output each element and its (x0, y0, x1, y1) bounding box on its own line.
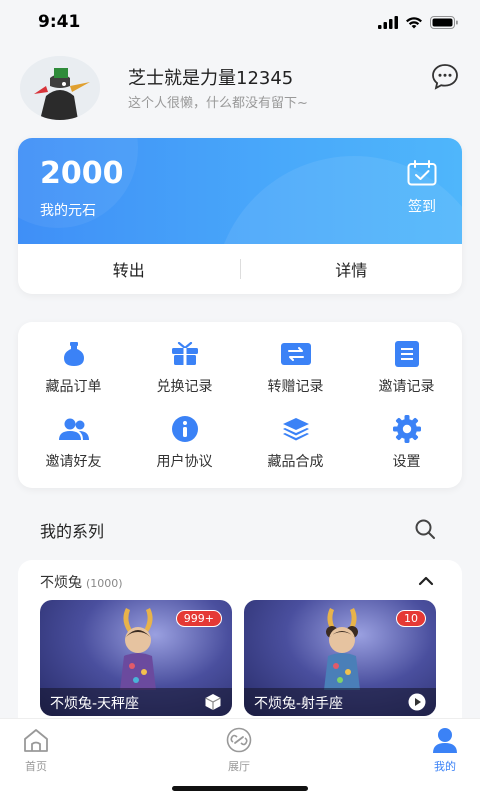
service-invite-friends[interactable]: 邀请好友 (18, 405, 129, 480)
item-caption-bar: 不烦兔-射手座 (244, 688, 436, 716)
service-invite-records[interactable]: 邀请记录 (351, 330, 462, 405)
service-label: 转赠记录 (267, 378, 324, 395)
rabbit-figure (120, 608, 156, 690)
services-grid: 藏品订单 兑换记录 转赠记录 邀请记录 邀请好友 用户协议 藏品合成 设置 (18, 322, 462, 488)
tab-home[interactable]: 首页 (0, 727, 76, 774)
play-icon (408, 693, 426, 711)
quantity-badge: 10 (396, 610, 426, 627)
tab-label: 我的 (434, 760, 456, 773)
service-label: 藏品订单 (45, 378, 102, 395)
rabbit-figure (324, 608, 360, 690)
collection-item[interactable]: 10 不烦兔-射手座 (244, 600, 436, 716)
service-label: 邀请记录 (378, 378, 435, 395)
wifi-icon (406, 16, 422, 28)
gear-icon (392, 414, 422, 443)
home-indicator (172, 786, 308, 791)
layers-icon (281, 415, 311, 443)
series-count: (1000) (86, 577, 123, 590)
document-icon (392, 340, 422, 368)
transfer-icon (280, 340, 311, 368)
home-icon (24, 729, 48, 752)
collection-item[interactable]: 999+ 不烦兔-天秤座 (40, 600, 232, 716)
service-label: 兑换记录 (156, 378, 213, 395)
tab-label: 展厅 (228, 760, 250, 773)
signal-icon (378, 15, 398, 29)
service-label: 设置 (392, 453, 421, 470)
balance-label: 我的元石 (40, 203, 96, 219)
series-name: 不烦兔 (1000) (40, 572, 123, 592)
status-time: 9:41 (38, 12, 81, 32)
service-user-agreement[interactable]: 用户协议 (129, 405, 240, 480)
service-redeem-records[interactable]: 兑换记录 (129, 330, 240, 405)
status-bar: 9:41 (0, 0, 480, 44)
service-collection-orders[interactable]: 藏品订单 (18, 330, 129, 405)
service-gift-records[interactable]: 转赠记录 (240, 330, 351, 405)
vase-icon (59, 340, 89, 368)
status-icons (378, 15, 458, 29)
service-label: 用户协议 (156, 453, 213, 470)
balance-value: 2000 (40, 156, 124, 191)
item-name: 不烦兔-射手座 (254, 696, 344, 712)
user-icon (433, 728, 457, 753)
user-bio: 这个人很懒，什么都没有留下~ (128, 96, 308, 111)
link-icon (226, 727, 252, 753)
tab-mine[interactable]: 我的 (405, 727, 480, 774)
wallet-actions: 转出 详情 (18, 244, 462, 294)
battery-icon (430, 15, 458, 29)
item-caption-bar: 不烦兔-天秤座 (40, 688, 232, 716)
signin-button[interactable]: 签到 (400, 160, 444, 216)
series-section-title: 我的系列 (40, 522, 105, 541)
avatar[interactable] (20, 56, 100, 120)
username: 芝士就是力量12345 (128, 68, 294, 89)
info-icon (170, 415, 200, 443)
tab-label: 首页 (25, 760, 47, 773)
users-icon (58, 415, 89, 443)
wallet-balance-panel: 2000 我的元石 签到 (18, 138, 462, 244)
wallet-card: 2000 我的元石 签到 转出 详情 (18, 138, 462, 294)
tab-hall[interactable]: 展厅 (199, 727, 279, 774)
gift-icon (170, 340, 200, 368)
chevron-up-icon[interactable] (418, 574, 434, 588)
signin-label: 签到 (408, 199, 436, 215)
profile-header: 芝士就是力量12345 这个人很懒，什么都没有留下~ (20, 56, 460, 120)
service-collection-synthesis[interactable]: 藏品合成 (240, 405, 351, 480)
quantity-badge: 999+ (175, 610, 222, 627)
details-button[interactable]: 详情 (241, 257, 463, 281)
message-icon[interactable] (430, 62, 460, 92)
service-label: 邀请好友 (45, 453, 102, 470)
calendar-check-icon (407, 160, 437, 186)
series-name-text: 不烦兔 (40, 575, 82, 591)
service-settings[interactable]: 设置 (351, 405, 462, 480)
service-label: 藏品合成 (267, 453, 324, 470)
search-icon[interactable] (414, 518, 436, 540)
transfer-out-button[interactable]: 转出 (18, 257, 240, 281)
item-name: 不烦兔-天秤座 (50, 696, 140, 712)
cube-icon (205, 694, 221, 710)
